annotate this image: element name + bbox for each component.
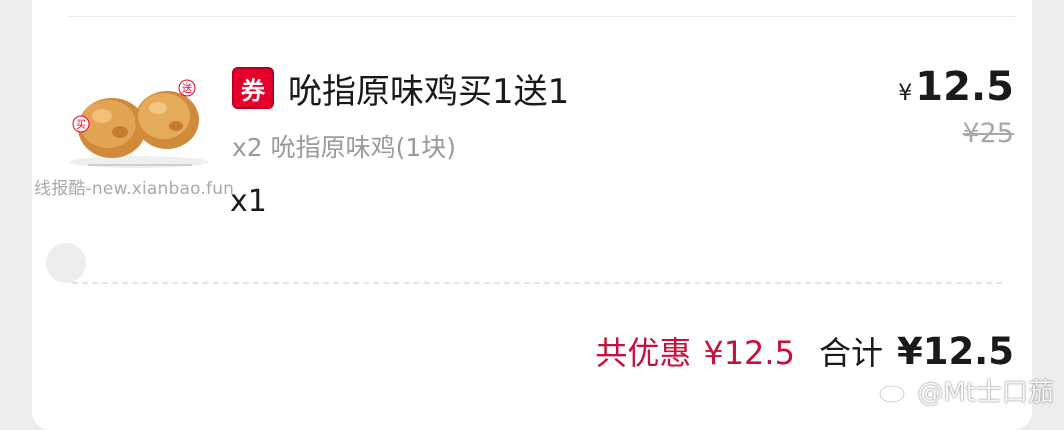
coupon-badge: 券 [232,67,274,109]
order-summary: 共优惠 ¥12.5 合计 ¥12.5 [595,328,1014,374]
card-notch-right [1058,243,1064,283]
price-currency: ¥ [898,81,913,106]
weibo-handle: @Mt士口茄 [917,378,1054,408]
top-divider [67,16,1015,17]
product-title[interactable]: 吮指原味鸡买1送1 [288,64,569,113]
discount-label: 共优惠 [595,334,692,372]
product-quantity: x1 [230,184,267,219]
weibo-watermark: @Mt士口茄 [877,372,1054,409]
product-subtitle: x2 吮指原味鸡(1块) [232,133,457,162]
product-image[interactable]: 买 送 [64,70,214,174]
item-price: ¥ 12.5 [898,64,1014,110]
card-notch-left [46,243,86,283]
price-value: 12.5 [915,64,1014,110]
gift-tag: 送 [182,82,192,95]
buy-tag: 买 [76,119,86,131]
weibo-icon [879,381,910,403]
dashed-divider [72,282,1002,284]
total-value: ¥12.5 [896,330,1014,373]
site-watermark: 线报酷-new.xianbao.fun [34,179,235,199]
discount-value: ¥12.5 [703,334,795,372]
total-label: 合计 [818,334,883,372]
original-price: ¥25 [962,118,1014,149]
